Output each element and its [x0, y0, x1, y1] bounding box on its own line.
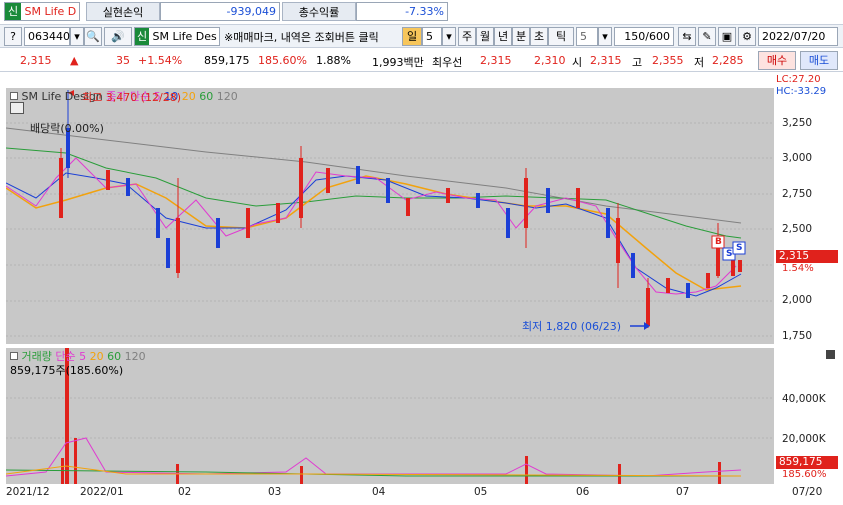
dropdown-arrow-icon[interactable]: ▾ — [70, 27, 84, 46]
candles — [59, 90, 742, 328]
ma-120: 120 — [216, 90, 238, 103]
quote-open-label: 시 — [572, 56, 583, 69]
y-tick: 2,750 — [782, 188, 813, 200]
tab-week[interactable]: 주 — [458, 27, 476, 46]
quote-volume: 859,175 — [204, 54, 250, 67]
x-tick: 2021/12 — [6, 486, 50, 498]
quote-low: 2,285 — [712, 54, 744, 67]
ma-20: 20 — [181, 90, 196, 103]
arrows-icon[interactable]: ⇆ — [678, 27, 696, 46]
quote-ask: 2,315 — [480, 54, 512, 67]
quote-open: 2,315 — [590, 54, 622, 67]
y-tick: 2,000 — [782, 294, 813, 306]
y-tick: 3,250 — [782, 117, 813, 129]
quote-low-label: 저 — [694, 56, 705, 69]
toolbar: ? 063440 ▾ 🔍 🔊 신 SM Life Des ※매매마크, 내역은 … — [0, 24, 843, 48]
quote-best-label: 최우선 — [432, 56, 463, 69]
quote-arrow: ▲ — [70, 54, 79, 67]
tab-month[interactable]: 월 — [476, 27, 494, 46]
tab-minute[interactable]: 분 — [512, 27, 530, 46]
y-tick: 2,500 — [782, 223, 813, 235]
return-label: 총수익률 — [282, 2, 356, 21]
buy-button[interactable]: 매수 — [758, 51, 796, 70]
date-input[interactable]: 2022/07/20 — [758, 27, 838, 46]
search-icon[interactable]: 🔍 — [84, 27, 102, 46]
tick-num[interactable]: 5 — [576, 27, 598, 46]
pct-tag: 1.54% — [782, 263, 814, 274]
vol-y-tick: 20,000K — [782, 433, 826, 445]
tab-second[interactable]: 초 — [530, 27, 548, 46]
volume-menu-icon[interactable] — [10, 352, 18, 360]
pnl-label: 실현손익 — [86, 2, 160, 21]
x-tick: 07 — [676, 486, 690, 498]
stock-name-box[interactable]: 신 SM Life D — [4, 2, 80, 21]
x-tick: 05 — [474, 486, 488, 498]
code-input[interactable]: 063440 — [24, 27, 70, 46]
quote-bid: 2,310 — [534, 54, 566, 67]
period-num[interactable]: 5 — [422, 27, 442, 46]
tick-dropdown-icon[interactable]: ▾ — [598, 27, 612, 46]
dividend-note: 배당락(0.00%) — [30, 122, 104, 135]
vol-y-tick: 40,000K — [782, 393, 826, 405]
sell-mark-1: S — [726, 249, 733, 259]
x-tick: 03 — [268, 486, 282, 498]
shin-icon: 신 — [135, 28, 149, 45]
tools-icon[interactable]: ✎ — [698, 27, 716, 46]
speaker-icon[interactable]: 🔊 — [104, 27, 132, 46]
stock-name: SM Life D — [24, 5, 77, 18]
count-input[interactable]: 150/600 — [614, 27, 674, 46]
quote-turnover: 1.88% — [316, 54, 351, 67]
sell-mark-2: S — [736, 243, 743, 253]
pnl-value: -939,049 — [160, 2, 280, 21]
return-value: -7.33% — [356, 2, 448, 21]
y-tick: 1,750 — [782, 330, 813, 342]
vma-120: 120 — [124, 350, 146, 363]
quote-price: 2,315 — [20, 54, 52, 67]
toolbar-stock-label: SM Life Des — [152, 30, 217, 43]
quote-bar: 2,315 ▲ 35 +1.54% 859,175 185.60% 1.88% … — [0, 50, 843, 72]
toolbar-stock-name[interactable]: 신 SM Life Des — [134, 27, 220, 46]
high-note: 최고 3,470 (12/28) — [82, 91, 182, 104]
close-icon[interactable] — [826, 350, 835, 359]
low-note: 최저 1,820 (06/23) — [522, 320, 622, 333]
top-bar: 신 SM Life D 실현손익 -939,049 총수익률 -7.33% — [0, 0, 843, 24]
period-day-button[interactable]: 일 — [402, 27, 422, 46]
quote-high-label: 고 — [632, 56, 643, 69]
shin-icon: 신 — [5, 3, 21, 20]
price-chart[interactable]: SM Life Design 종가 단순 5 10 20 60 120 최고 3… — [5, 88, 774, 344]
quote-high: 2,355 — [652, 54, 684, 67]
x-tick: 2022/01 — [80, 486, 124, 498]
ma-60: 60 — [199, 90, 214, 103]
x-tick: 02 — [178, 486, 192, 498]
memo-text: ※매매마크, 내역은 조회버튼 클릭 — [224, 31, 379, 44]
buy-mark: B — [715, 237, 722, 247]
volume-value-note: 859,175주(185.60%) — [10, 364, 124, 377]
count-max: /600 — [645, 30, 670, 43]
save-icon[interactable]: ▣ — [718, 27, 736, 46]
tab-year[interactable]: 년 — [494, 27, 512, 46]
quote-change: 35 — [116, 54, 130, 67]
grid-icon[interactable] — [10, 102, 24, 114]
x-tick: 04 — [372, 486, 386, 498]
quote-change-pct: +1.54% — [138, 54, 183, 67]
chart-menu-icon[interactable] — [10, 92, 18, 100]
gear-icon[interactable]: ⚙ — [738, 27, 756, 46]
price-chart-svg — [5, 90, 774, 337]
vol-pct-tag: 185.60% — [782, 469, 827, 480]
y-tick: 3,000 — [782, 152, 813, 164]
volume-chart[interactable]: 거래량 단순 5 20 60 120 859,175주(185.60%) — [5, 348, 774, 484]
x-tick: 07/20 — [792, 486, 823, 498]
x-tick: 06 — [576, 486, 590, 498]
vol-tag: 859,175 — [776, 456, 838, 469]
tab-tick[interactable]: 틱 — [548, 27, 574, 46]
price-tag: 2,315 — [776, 250, 838, 263]
quote-amount: 1,993백만 — [372, 56, 424, 69]
period-dropdown-icon[interactable]: ▾ — [442, 27, 456, 46]
info-icon[interactable]: ? — [4, 27, 22, 46]
count-value: 150 — [624, 30, 646, 43]
hc-label: HC:-33.29 — [776, 86, 827, 97]
lc-label: LC:27.20 — [776, 74, 821, 85]
sell-button[interactable]: 매도 — [800, 51, 838, 70]
quote-volume-ratio: 185.60% — [258, 54, 307, 67]
